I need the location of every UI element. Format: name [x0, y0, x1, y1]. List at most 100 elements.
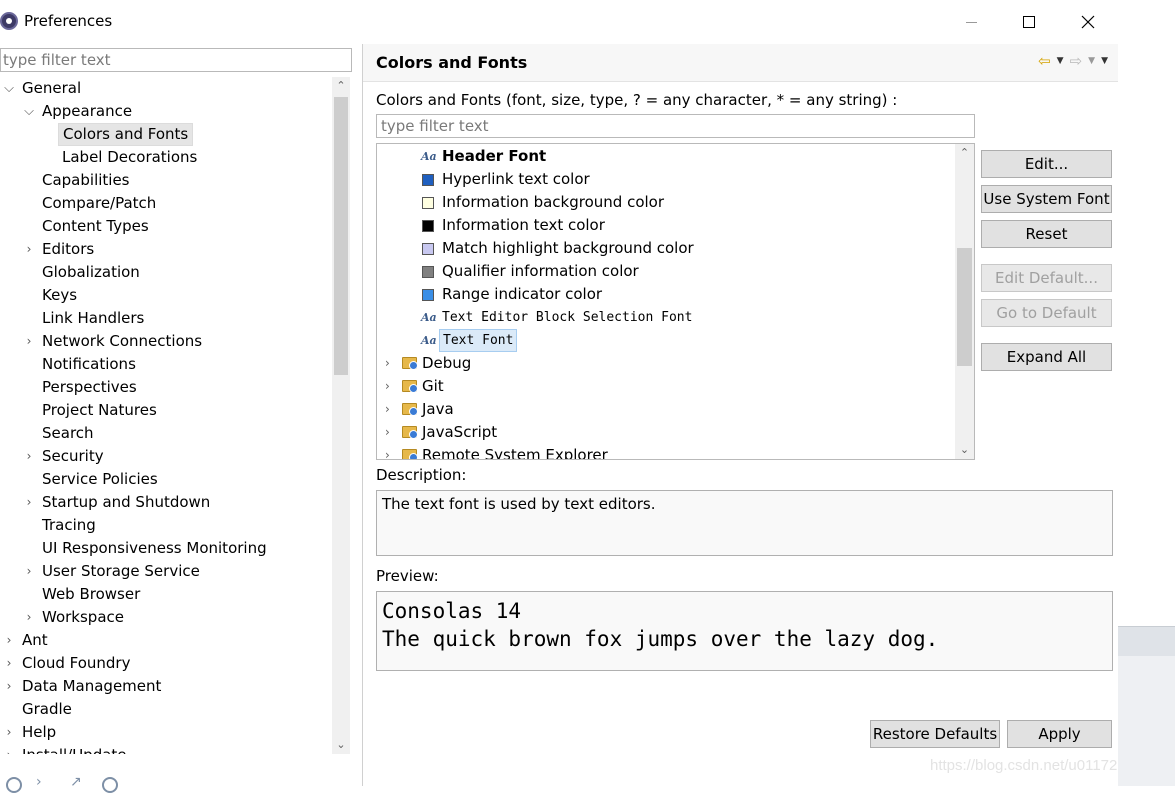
tree-scrollbar[interactable]: ⌃ ⌄	[332, 77, 350, 754]
close-button[interactable]	[1063, 6, 1113, 38]
scroll-down-icon[interactable]: ⌄	[955, 441, 974, 459]
collapsed-twistie-icon[interactable]: ›	[22, 606, 36, 629]
tree-item[interactable]: Gradle	[0, 698, 332, 721]
tree-item[interactable]: Colors and Fonts	[0, 123, 332, 146]
tree-item-label: Web Browser	[42, 585, 141, 603]
tree-item[interactable]: Notifications	[0, 353, 332, 376]
tree-item[interactable]: ⌵ Appearance	[0, 100, 332, 123]
collapsed-twistie-icon[interactable]: ›	[2, 629, 16, 652]
tree-item[interactable]: Content Types	[0, 215, 332, 238]
tree-item[interactable]: ›Install/Update	[0, 744, 332, 754]
colors-fonts-item[interactable]: Aa Text Font	[377, 329, 953, 352]
tree-item[interactable]: Globalization	[0, 261, 332, 284]
tree-item[interactable]: Compare/Patch	[0, 192, 332, 215]
colors-fonts-item[interactable]: Qualifier information color	[377, 260, 953, 283]
colors-fonts-item[interactable]: › Debug	[377, 352, 953, 375]
apply-button[interactable]: Apply	[1007, 720, 1112, 748]
expanded-twistie-icon[interactable]: ⌵	[22, 100, 36, 123]
use-system-font-button[interactable]: Use System Font	[981, 185, 1112, 213]
colors-fonts-item[interactable]: › Git	[377, 375, 953, 398]
scroll-down-icon[interactable]: ⌄	[332, 736, 350, 754]
tree-item[interactable]: Keys	[0, 284, 332, 307]
tree-item[interactable]: Service Policies	[0, 468, 332, 491]
tree-item[interactable]: Web Browser	[0, 583, 332, 606]
tree-item[interactable]: › Ant	[0, 629, 332, 652]
collapsed-twistie-icon[interactable]: ›	[22, 491, 36, 514]
reset-button[interactable]: Reset	[981, 220, 1112, 248]
collapsed-twistie-icon[interactable]: ›	[22, 330, 36, 353]
tree-item[interactable]: Project Natures	[0, 399, 332, 422]
view-menu-icon[interactable]: ▼	[1101, 56, 1108, 66]
tree-item[interactable]: Capabilities	[0, 169, 332, 192]
tree-item-label: Label Decorations	[62, 148, 198, 166]
colors-fonts-item[interactable]: Information text color	[377, 214, 953, 237]
tree-item[interactable]: › Workspace	[0, 606, 332, 629]
collapsed-twistie-icon[interactable]: ›	[22, 445, 36, 468]
scrollbar-thumb[interactable]	[957, 248, 972, 366]
tree-item[interactable]: Link Handlers	[0, 307, 332, 330]
tree-item[interactable]: › Security	[0, 445, 332, 468]
collapsed-twistie-icon[interactable]: ›	[385, 421, 397, 444]
tree-item[interactable]: Search	[0, 422, 332, 445]
help-icon[interactable]	[6, 777, 22, 793]
colors-fonts-item[interactable]: Information background color	[377, 191, 953, 214]
colors-fonts-item-label: Header Font	[442, 147, 547, 165]
forward-arrow-icon[interactable]: ⇨	[1070, 52, 1083, 70]
collapsed-twistie-icon[interactable]: ›	[2, 675, 16, 698]
collapsed-twistie-icon[interactable]: ›	[385, 444, 397, 459]
colors-fonts-item[interactable]: Match highlight background color	[377, 237, 953, 260]
tree-item[interactable]: Perspectives	[0, 376, 332, 399]
back-arrow-icon[interactable]: ⇦	[1038, 52, 1051, 70]
tree-item[interactable]: › Editors	[0, 238, 332, 261]
tree-item-label: Gradle	[22, 700, 72, 718]
oomph-icon[interactable]	[102, 777, 118, 793]
tree-item[interactable]: UI Responsiveness Monitoring	[0, 537, 332, 560]
collapsed-twistie-icon[interactable]: ›	[22, 560, 36, 583]
collapsed-twistie-icon[interactable]: ›	[2, 652, 16, 675]
collapsed-twistie-icon[interactable]: ›	[385, 352, 397, 375]
tree-item-label: Editors	[42, 240, 95, 258]
restore-defaults-button[interactable]: Restore Defaults	[870, 720, 1000, 748]
minimize-button[interactable]	[946, 6, 996, 38]
maximize-button[interactable]	[1004, 6, 1054, 38]
tree-item[interactable]: › User Storage Service	[0, 560, 332, 583]
collapsed-twistie-icon[interactable]: ›	[2, 721, 16, 744]
import-icon[interactable]: ›	[36, 775, 52, 793]
preferences-window: Preferences type filter text ⌵ General ⌵ Ap…	[0, 0, 1151, 793]
scrollbar-thumb[interactable]	[334, 97, 348, 375]
colors-fonts-item-label: Hyperlink text color	[442, 170, 590, 188]
tree-item[interactable]: › Help	[0, 721, 332, 744]
tree-item[interactable]: › Data Management	[0, 675, 332, 698]
colors-fonts-item[interactable]: Aa Header Font	[377, 145, 953, 168]
tree-item[interactable]: Tracing	[0, 514, 332, 537]
colors-filter-input[interactable]: type filter text	[376, 114, 975, 138]
forward-dropdown-icon[interactable]: ▼	[1088, 56, 1095, 66]
colors-tree-scrollbar[interactable]: ⌃ ⌄	[955, 144, 974, 459]
scroll-up-icon[interactable]: ⌃	[332, 77, 350, 95]
expand-all-button[interactable]: Expand All	[981, 343, 1112, 371]
go-to-default-button[interactable]: Go to Default	[981, 299, 1112, 327]
colors-fonts-item[interactable]: › JavaScript	[377, 421, 953, 444]
collapsed-twistie-icon[interactable]: ›	[22, 238, 36, 261]
export-icon[interactable]: ↗	[70, 775, 86, 793]
tree-item[interactable]: › Cloud Foundry	[0, 652, 332, 675]
edit-default-button[interactable]: Edit Default...	[981, 264, 1112, 292]
colors-fonts-item[interactable]: › Remote System Explorer	[377, 444, 953, 459]
scroll-up-icon[interactable]: ⌃	[955, 144, 974, 162]
tree-item[interactable]: › Network Connections	[0, 330, 332, 353]
collapsed-twistie-icon[interactable]: ›	[385, 398, 397, 421]
tree-item[interactable]: Label Decorations	[0, 146, 332, 169]
category-folder-icon	[402, 380, 418, 393]
tree-filter-input[interactable]: type filter text	[0, 48, 352, 72]
colors-fonts-item[interactable]: Hyperlink text color	[377, 168, 953, 191]
collapsed-twistie-icon[interactable]: ›	[385, 375, 397, 398]
edit-button[interactable]: Edit...	[981, 150, 1112, 178]
tree-item[interactable]: ⌵ General	[0, 77, 332, 100]
colors-fonts-item[interactable]: Range indicator color	[377, 283, 953, 306]
collapsed-twistie-icon[interactable]: ›	[2, 744, 16, 754]
colors-fonts-item[interactable]: › Java	[377, 398, 953, 421]
expanded-twistie-icon[interactable]: ⌵	[2, 77, 16, 100]
colors-fonts-item[interactable]: Aa Text Editor Block Selection Font	[377, 306, 953, 329]
tree-item[interactable]: › Startup and Shutdown	[0, 491, 332, 514]
back-dropdown-icon[interactable]: ▼	[1057, 56, 1064, 66]
